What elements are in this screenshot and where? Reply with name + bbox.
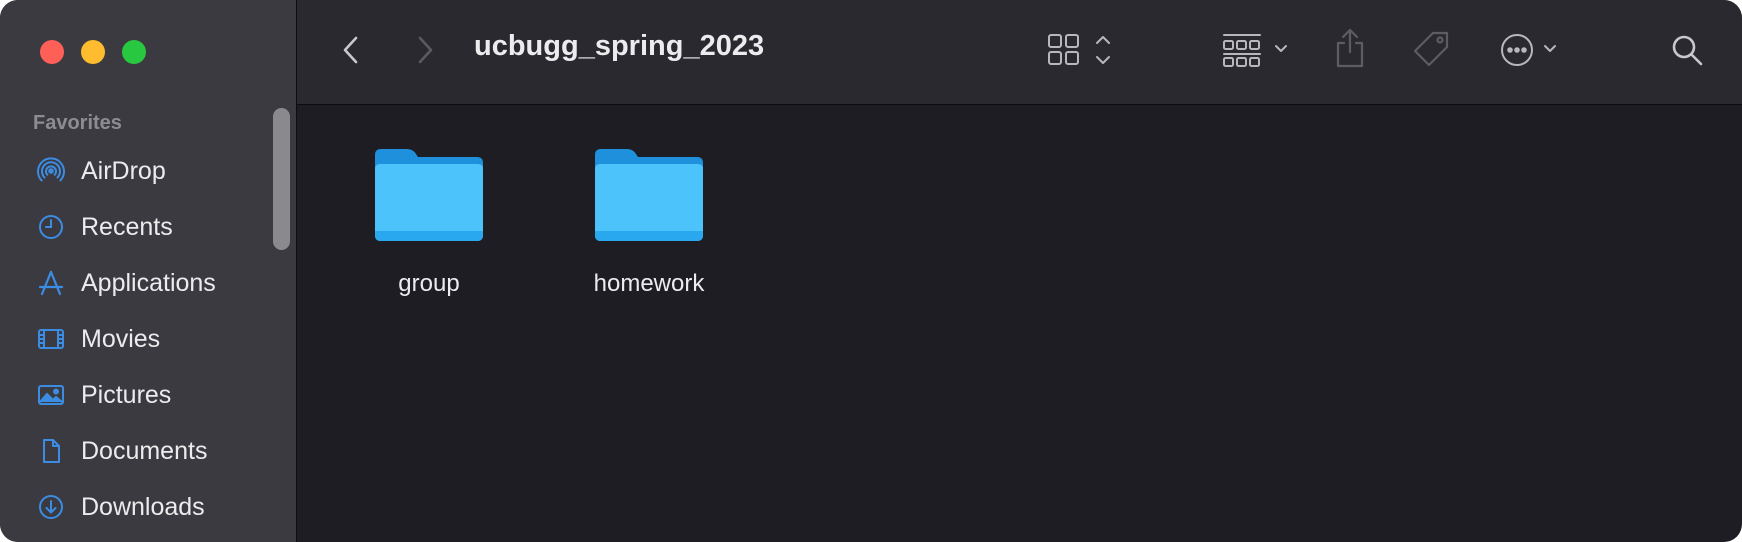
chevron-left-icon xyxy=(341,34,361,71)
film-icon xyxy=(36,324,66,354)
sidebar-item-movies[interactable]: Movies xyxy=(0,311,296,367)
back-button[interactable] xyxy=(337,34,365,70)
sidebar-scrollbar[interactable] xyxy=(273,108,290,250)
sidebar-item-airdrop[interactable]: AirDrop xyxy=(0,143,296,199)
favorites-heading: Favorites xyxy=(33,112,122,134)
sidebar-item-pictures[interactable]: Pictures xyxy=(0,367,296,423)
folder-item-group[interactable]: group xyxy=(354,143,504,298)
folder-name: group xyxy=(398,270,460,297)
sidebar-item-documents[interactable]: Documents xyxy=(0,423,296,479)
view-mode-button[interactable] xyxy=(1047,32,1117,72)
sidebar-item-label: Applications xyxy=(81,268,216,297)
window-title: ucbugg_spring_2023 xyxy=(474,30,765,62)
airdrop-icon xyxy=(36,156,66,186)
share-icon xyxy=(1333,26,1367,75)
sidebar-item-downloads[interactable]: Downloads xyxy=(0,479,296,535)
minimize-window-button[interactable] xyxy=(81,40,105,64)
forward-button[interactable] xyxy=(411,34,439,70)
more-actions-button[interactable] xyxy=(1497,32,1567,72)
close-window-button[interactable] xyxy=(40,40,64,64)
chevron-right-icon xyxy=(415,34,435,71)
favorites-list: AirDrop Recents Applications Movies Pict… xyxy=(0,143,296,535)
sidebar-item-label: Downloads xyxy=(81,492,205,521)
group-by-icon xyxy=(1222,30,1292,75)
tag-icon xyxy=(1411,29,1451,74)
folder-item-homework[interactable]: homework xyxy=(574,143,724,298)
share-button[interactable] xyxy=(1333,28,1367,72)
folder-icon xyxy=(369,149,489,247)
grid-view-icon xyxy=(1047,30,1117,75)
file-grid: group homework xyxy=(297,105,1742,542)
finder-window: Favorites AirDrop Recents Applications M… xyxy=(0,0,1742,542)
applications-icon xyxy=(36,268,66,298)
search-icon xyxy=(1670,33,1704,72)
sidebar-item-label: Recents xyxy=(81,212,173,241)
group-by-button[interactable] xyxy=(1222,32,1292,72)
sidebar-item-recents[interactable]: Recents xyxy=(0,199,296,255)
sidebar-item-label: AirDrop xyxy=(81,156,166,185)
sidebar-item-label: Movies xyxy=(81,324,161,353)
document-icon xyxy=(36,436,66,466)
tags-button[interactable] xyxy=(1411,30,1451,72)
folder-name: homework xyxy=(593,270,705,297)
sidebar-item-applications[interactable]: Applications xyxy=(0,255,296,311)
clock-icon xyxy=(36,212,66,242)
toolbar: ucbugg_spring_2023 xyxy=(297,0,1742,105)
sidebar: Favorites AirDrop Recents Applications M… xyxy=(0,0,297,542)
folder-icon xyxy=(589,149,709,247)
window-controls xyxy=(40,40,146,64)
sidebar-item-label: Pictures xyxy=(81,380,172,409)
ellipsis-circle-icon xyxy=(1497,30,1567,75)
download-icon xyxy=(36,492,66,522)
photo-icon xyxy=(36,380,66,410)
sidebar-item-label: Documents xyxy=(81,436,208,465)
zoom-window-button[interactable] xyxy=(122,40,146,64)
search-button[interactable] xyxy=(1667,32,1707,72)
